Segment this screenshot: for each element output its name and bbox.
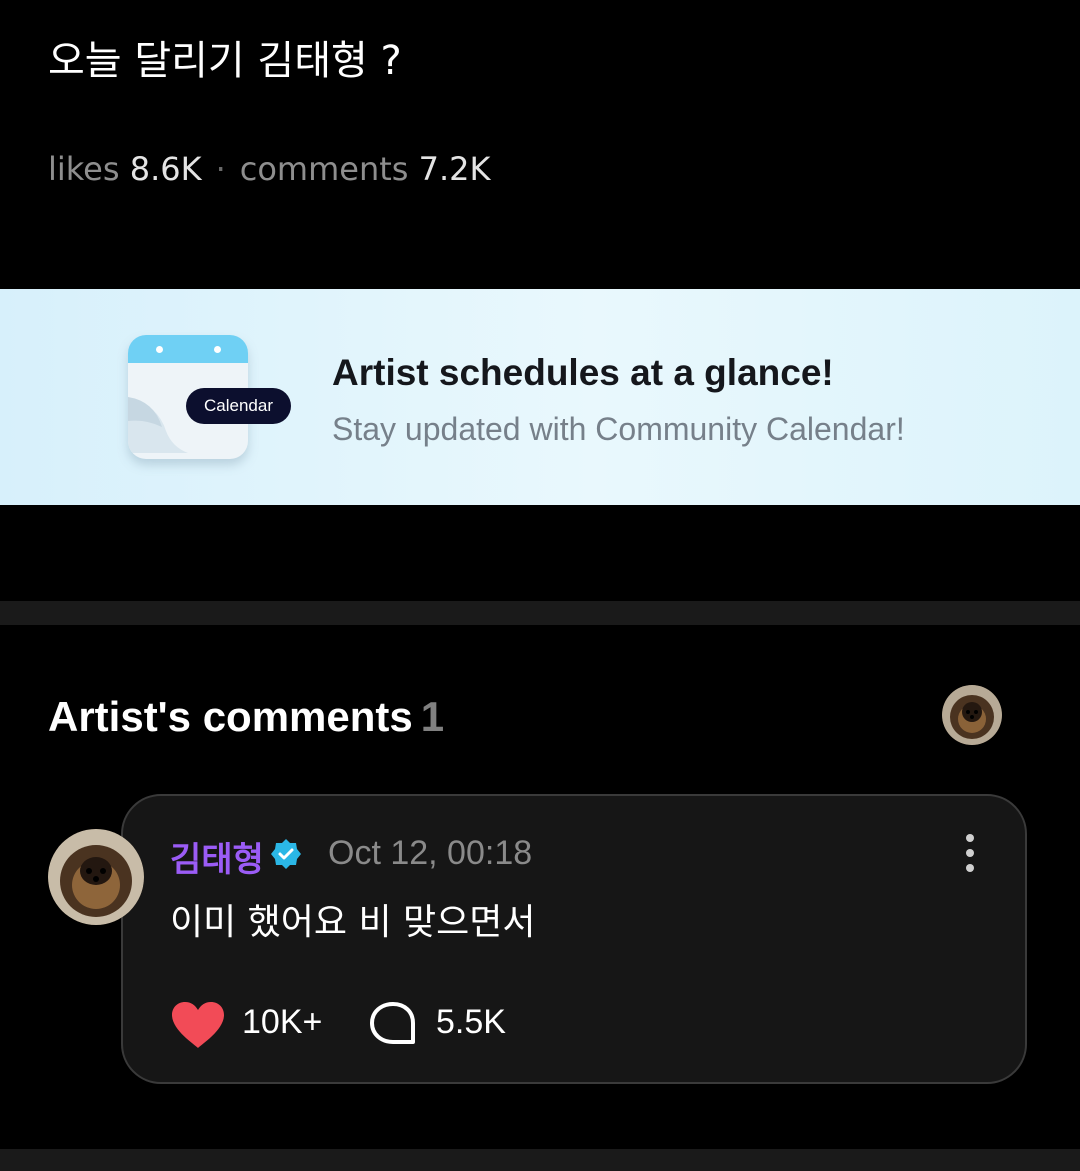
calendar-badge: Calendar bbox=[186, 388, 291, 424]
comment-author[interactable]: 김태형 bbox=[170, 832, 264, 881]
banner-headline: Artist schedules at a glance! bbox=[332, 352, 834, 393]
section-divider bbox=[0, 601, 1080, 625]
artist-avatar-button[interactable] bbox=[942, 685, 1002, 745]
speech-bubble-icon bbox=[370, 1002, 415, 1044]
bottom-divider bbox=[0, 1149, 1080, 1171]
reply-count: 5.5K bbox=[436, 1003, 506, 1041]
comment-text: 이미 했어요 비 맞으면서 bbox=[170, 902, 536, 943]
community-calendar-banner[interactable]: Calendar bbox=[0, 289, 1080, 505]
artist-comments-count: 1 bbox=[420, 693, 445, 740]
comment-timestamp: Oct 12, 00:18 bbox=[328, 834, 533, 872]
calendar-icon: Calendar bbox=[128, 335, 291, 459]
stats-separator: · bbox=[215, 150, 226, 188]
heart-icon bbox=[172, 1002, 224, 1048]
pomeranian-avatar-icon bbox=[942, 685, 1002, 745]
artist-comments-heading: Artist's comments 1 bbox=[48, 693, 444, 741]
comments-label: comments bbox=[239, 150, 409, 188]
comments-count: 7.2K bbox=[418, 150, 491, 188]
pomeranian-avatar-icon bbox=[48, 829, 144, 925]
artist-comments-title: Artist's comments bbox=[48, 693, 413, 740]
post-title: 오늘 달리기 김태형 ? bbox=[48, 38, 402, 84]
like-count: 10K+ bbox=[242, 1003, 323, 1041]
more-vertical-icon[interactable] bbox=[950, 830, 990, 876]
banner-subtext: Stay updated with Community Calendar! bbox=[332, 411, 905, 447]
verified-badge-icon bbox=[271, 839, 301, 869]
likes-label: likes bbox=[48, 150, 120, 188]
commenter-avatar[interactable] bbox=[48, 829, 144, 925]
post-stats: likes 8.6K · comments 7.2K bbox=[48, 150, 491, 188]
likes-count: 8.6K bbox=[129, 150, 202, 188]
